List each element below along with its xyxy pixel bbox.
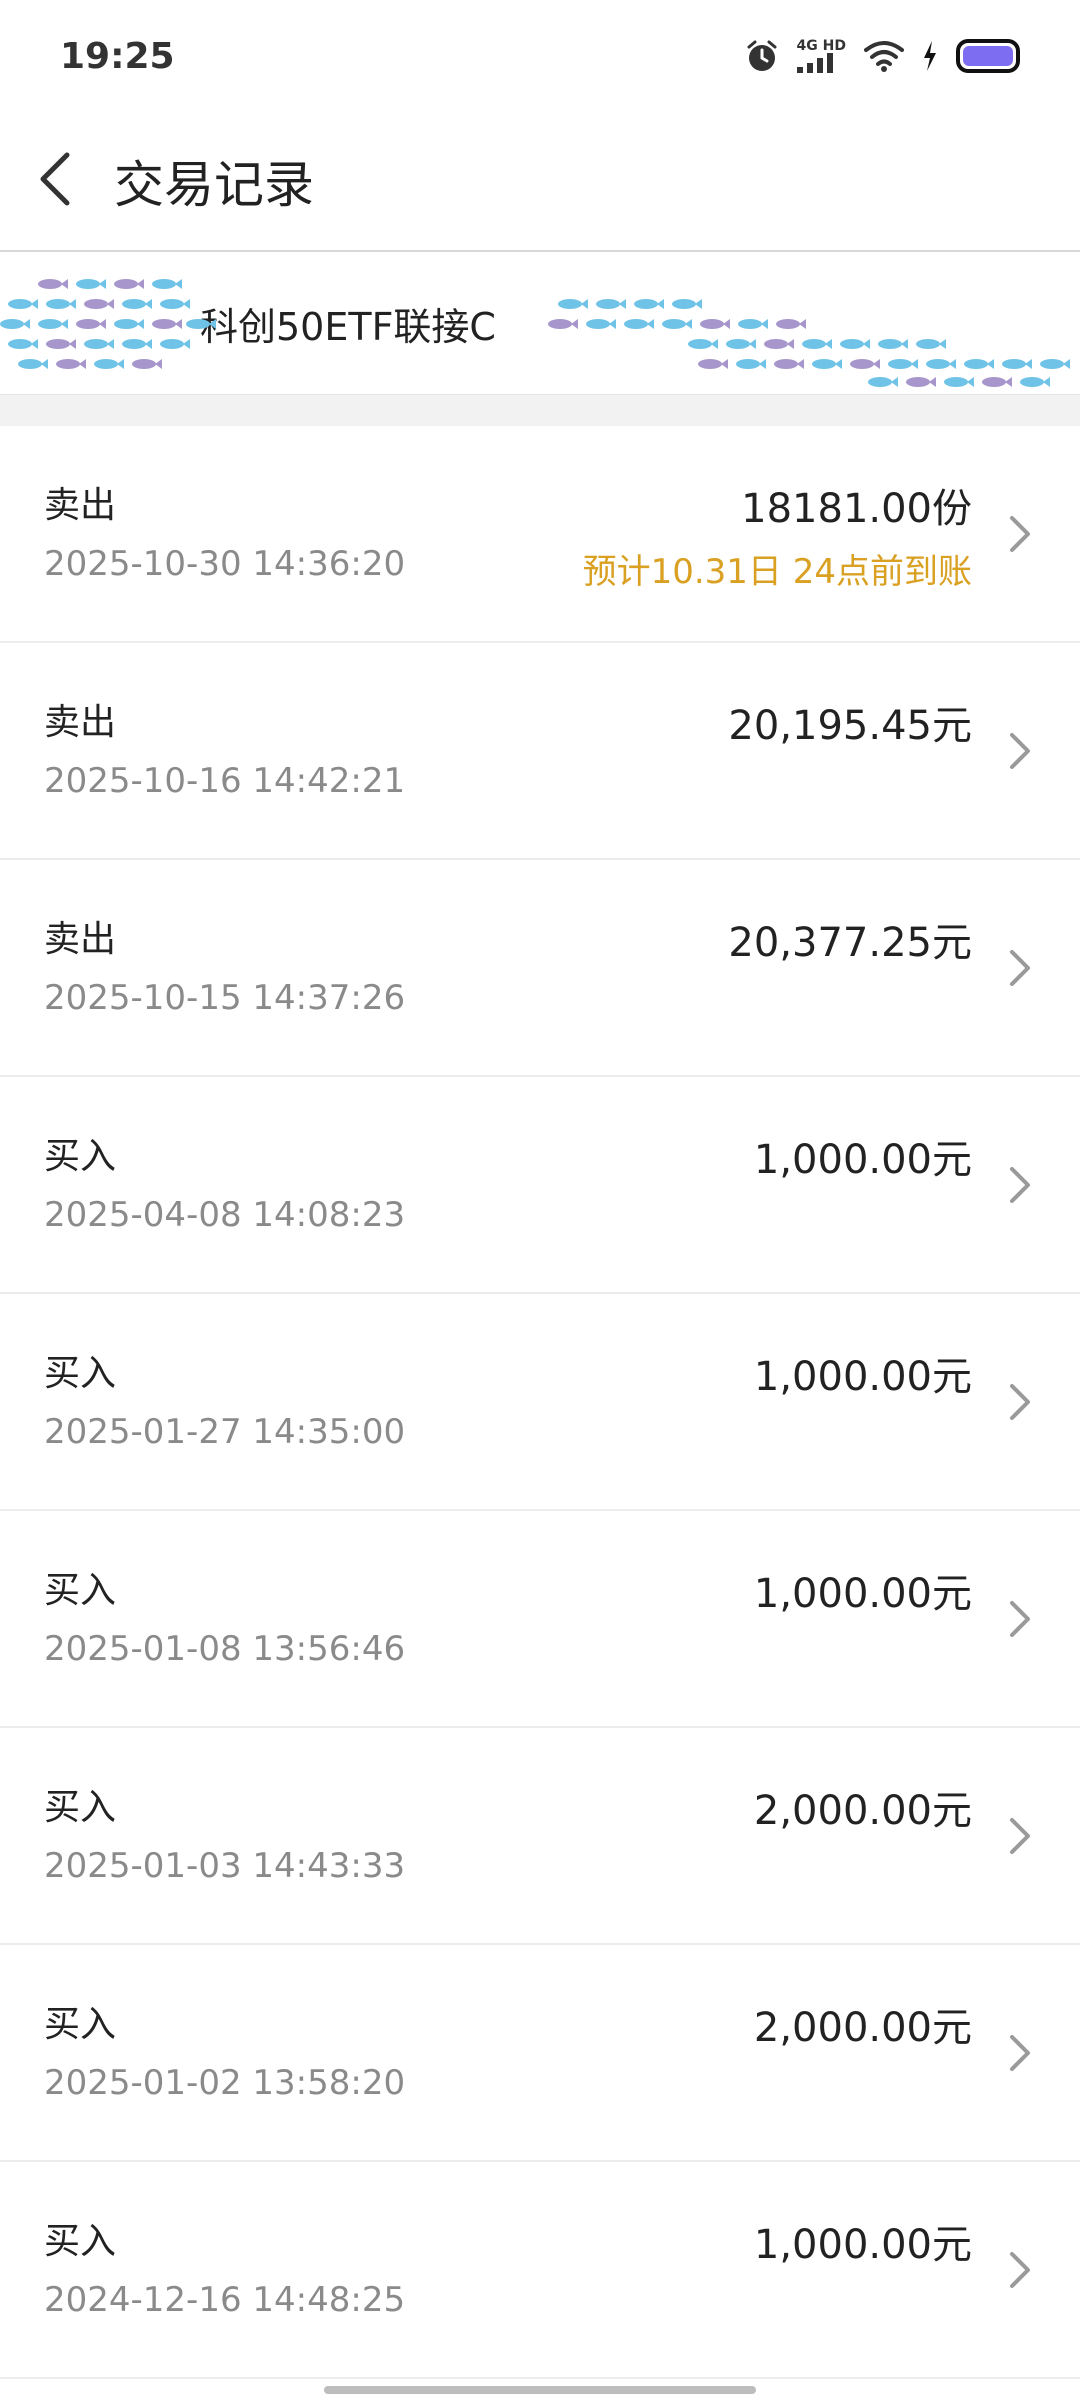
alarm-icon bbox=[745, 39, 779, 73]
transaction-amount: 2,000.00元 bbox=[753, 1788, 972, 1834]
transaction-amount: 1,000.00元 bbox=[753, 1354, 972, 1400]
transaction-type: 买入 bbox=[44, 1136, 117, 1177]
transaction-row[interactable]: 买入 2025-04-08 14:08:23 1,000.00元 bbox=[0, 1077, 1080, 1294]
transaction-type: 买入 bbox=[44, 1787, 117, 1828]
transaction-time: 2025-10-30 14:36:20 bbox=[44, 544, 406, 584]
transaction-type: 买入 bbox=[44, 1353, 117, 1394]
chevron-right-icon bbox=[1008, 1816, 1032, 1860]
transaction-amount: 1,000.00元 bbox=[753, 1137, 972, 1183]
signal-icon: 4G HD bbox=[796, 38, 846, 73]
transaction-amount: 1,000.00元 bbox=[753, 1571, 972, 1617]
fund-banner: 科创50ETF联接C bbox=[0, 254, 1080, 394]
back-button[interactable] bbox=[0, 111, 110, 251]
transaction-row[interactable]: 买入 2025-01-27 14:35:00 1,000.00元 bbox=[0, 1294, 1080, 1511]
chevron-right-icon bbox=[1008, 1382, 1032, 1426]
status-icons: 4G HD bbox=[745, 39, 1020, 73]
transaction-row[interactable]: 卖出 2025-10-16 14:42:21 20,195.45元 bbox=[0, 643, 1080, 860]
chevron-right-icon bbox=[1008, 1599, 1032, 1643]
battery-icon bbox=[956, 39, 1020, 73]
transaction-time: 2025-01-27 14:35:00 bbox=[44, 1412, 406, 1452]
transaction-time: 2024-12-16 14:48:25 bbox=[44, 2280, 406, 2320]
chevron-right-icon bbox=[1008, 2033, 1032, 2077]
transaction-note: 预计10.31日 24点前到账 bbox=[582, 552, 972, 592]
transaction-time: 2025-01-08 13:56:46 bbox=[44, 1629, 406, 1669]
section-divider bbox=[0, 394, 1080, 426]
chevron-right-icon bbox=[1008, 1165, 1032, 1209]
transaction-row[interactable]: 买入 2025-01-02 13:58:20 2,000.00元 bbox=[0, 1945, 1080, 2162]
transaction-list: 卖出 2025-10-30 14:36:20 18181.00份预计10.31日 2… bbox=[0, 426, 1080, 2379]
chevron-left-icon bbox=[37, 151, 73, 211]
chevron-right-icon bbox=[1008, 2250, 1032, 2294]
transaction-amount: 18181.00份 bbox=[741, 486, 972, 532]
transaction-time: 2025-10-16 14:42:21 bbox=[44, 761, 406, 801]
battery-level bbox=[963, 46, 1013, 66]
transaction-type: 卖出 bbox=[44, 919, 117, 960]
charging-icon bbox=[922, 41, 938, 71]
transaction-type: 卖出 bbox=[44, 485, 117, 526]
transaction-amount: 2,000.00元 bbox=[753, 2005, 972, 2051]
transaction-row[interactable]: 买入 2024-12-16 14:48:25 1,000.00元 bbox=[0, 2162, 1080, 2379]
transaction-type: 买入 bbox=[44, 2004, 117, 2045]
transaction-time: 2025-04-08 14:08:23 bbox=[44, 1195, 406, 1235]
page-title: 交易记录 bbox=[114, 156, 314, 214]
home-indicator[interactable] bbox=[324, 2386, 756, 2394]
transaction-row[interactable]: 卖出 2025-10-15 14:37:26 20,377.25元 bbox=[0, 860, 1080, 1077]
chevron-right-icon bbox=[1008, 514, 1032, 558]
transaction-row[interactable]: 买入 2025-01-03 14:43:33 2,000.00元 bbox=[0, 1728, 1080, 1945]
transaction-row[interactable]: 买入 2025-01-08 13:56:46 1,000.00元 bbox=[0, 1511, 1080, 1728]
status-time: 19:25 bbox=[60, 35, 175, 77]
transaction-amount: 1,000.00元 bbox=[753, 2222, 972, 2268]
wifi-icon bbox=[864, 40, 904, 72]
header: 交易记录 bbox=[0, 112, 1080, 252]
network-label: 4G HD bbox=[796, 38, 846, 54]
transaction-amount: 20,195.45元 bbox=[728, 703, 972, 749]
redaction-pattern bbox=[0, 279, 1070, 387]
chevron-right-icon bbox=[1008, 731, 1032, 775]
status-bar: 19:25 4G HD bbox=[0, 0, 1080, 112]
transaction-type: 卖出 bbox=[44, 702, 117, 743]
transaction-type: 买入 bbox=[44, 1570, 117, 1611]
transaction-time: 2025-10-15 14:37:26 bbox=[44, 978, 406, 1018]
chevron-right-icon bbox=[1008, 948, 1032, 992]
transaction-row[interactable]: 卖出 2025-10-30 14:36:20 18181.00份预计10.31日 2… bbox=[0, 426, 1080, 643]
transaction-amount: 20,377.25元 bbox=[728, 920, 972, 966]
transaction-time: 2025-01-03 14:43:33 bbox=[44, 1846, 406, 1886]
transaction-time: 2025-01-02 13:58:20 bbox=[44, 2063, 406, 2103]
transaction-type: 买入 bbox=[44, 2221, 117, 2262]
